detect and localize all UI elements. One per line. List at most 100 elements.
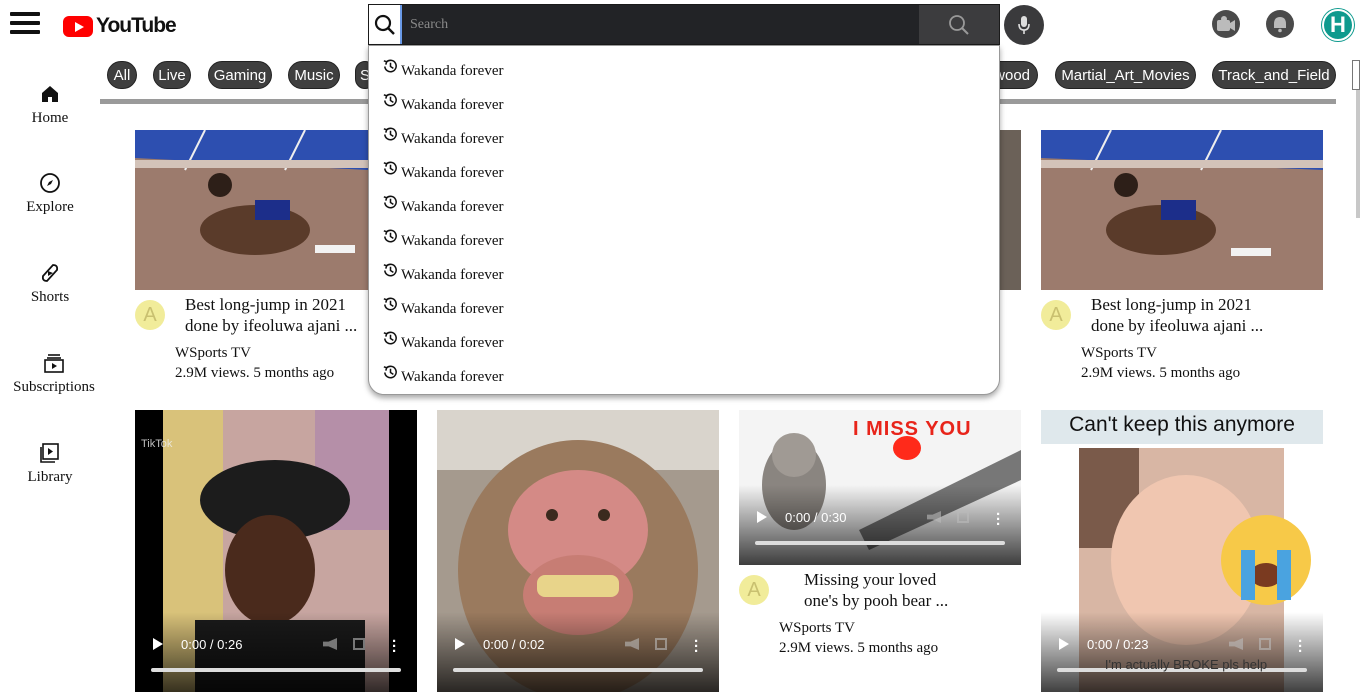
sidebar-item-label: Home (31, 110, 69, 126)
history-icon (383, 93, 397, 107)
menu-icon[interactable] (10, 12, 40, 38)
video-meta: WSports TV 2.9M views. 5 months ago (1081, 343, 1240, 383)
sidebar-item-shorts[interactable]: Shorts (0, 262, 100, 306)
channel-name[interactable]: WSports TV (1081, 343, 1240, 363)
sidebar-item-explore[interactable]: Explore (0, 172, 100, 216)
chips-scroll-right-button[interactable] (1352, 60, 1360, 90)
sidebar-item-library[interactable]: Library (0, 442, 100, 486)
library-icon (40, 443, 59, 463)
fullscreen-icon[interactable] (655, 638, 667, 650)
video-player[interactable]: 0:00 / 0:02 · · · (437, 410, 719, 692)
video-title-line: Best long-jump in 2021 (1091, 295, 1253, 314)
volume-icon[interactable] (625, 638, 639, 650)
video-title-line: done by ifeoluwa ajani ... (185, 316, 358, 335)
video-title-line: done by ifeoluwa ajani ... (1091, 316, 1264, 335)
chip-live[interactable]: Live (153, 61, 191, 89)
video-overlay-text: Can't keep this anymore (1069, 413, 1295, 436)
suggestion-text: Wakanda forever (401, 301, 504, 317)
history-icon (383, 229, 397, 243)
search-button-icon (949, 14, 969, 35)
video-meta: WSports TV 2.9M views. 5 months ago (779, 618, 938, 658)
suggestion-text: Wakanda forever (401, 369, 504, 385)
suggestion-item[interactable]: Wakanda forever (381, 262, 503, 284)
volume-icon[interactable] (927, 511, 941, 523)
history-icon (383, 161, 397, 175)
suggestion-item[interactable]: Wakanda forever (381, 296, 503, 318)
volume-icon[interactable] (1229, 638, 1243, 650)
progress-bar[interactable] (453, 668, 703, 672)
fullscreen-icon[interactable] (957, 511, 969, 523)
suggestion-item[interactable]: Wakanda forever (381, 160, 503, 182)
sidebar-item-home[interactable]: Home (0, 83, 100, 127)
video-caption: I'm actually BROKE pls help (1104, 657, 1268, 672)
sidebar-item-label: Subscriptions (13, 379, 95, 395)
chip-music[interactable]: Music (288, 61, 340, 89)
chip-gaming[interactable]: Gaming (208, 61, 272, 89)
history-icon (383, 365, 397, 379)
sidebar-item-label: Explore (26, 199, 74, 215)
video-title[interactable]: Best long-jump in 2021 done by ifeoluwa … (185, 294, 385, 336)
play-icon[interactable] (1059, 638, 1069, 650)
history-icon (383, 127, 397, 141)
channel-avatar[interactable]: A (739, 575, 769, 605)
progress-bar[interactable] (151, 668, 401, 672)
search-icon (369, 5, 400, 44)
video-player[interactable]: TikTok 0:00 / 0:26 · · · (135, 410, 417, 692)
tiktok-watermark: TikTok (141, 438, 173, 450)
mic-button[interactable] (1004, 5, 1044, 45)
suggestion-item[interactable]: Wakanda forever (381, 58, 503, 80)
more-options-icon[interactable]: · · · (392, 634, 397, 659)
progress-bar[interactable] (755, 541, 1005, 545)
fullscreen-icon[interactable] (353, 638, 365, 650)
channel-name[interactable]: WSports TV (779, 618, 938, 638)
video-controls: 0:00 / 0:26 · · · (135, 612, 417, 692)
chip-martial-art-movies[interactable]: Martial_Art_Movies (1055, 61, 1196, 89)
play-icon[interactable] (757, 511, 767, 523)
video-thumbnail-long-jump[interactable] (135, 130, 368, 290)
volume-icon[interactable] (323, 638, 337, 650)
search-bar (368, 4, 1000, 45)
video-player[interactable]: Can't keep this anymore 0:00 / 0:23 · · · … (1041, 410, 1323, 692)
history-icon (383, 195, 397, 209)
video-time: 0:00 / 0:26 (181, 637, 243, 652)
more-options-icon[interactable]: · · · (1298, 634, 1303, 659)
play-icon[interactable] (153, 638, 163, 650)
youtube-logo[interactable]: YouTube (63, 12, 177, 40)
video-title-line: Best long-jump in 2021 (185, 295, 347, 314)
page-scrollbar[interactable] (1356, 90, 1360, 218)
channel-avatar[interactable]: A (135, 300, 165, 330)
search-button[interactable] (919, 5, 999, 44)
fullscreen-icon[interactable] (1259, 638, 1271, 650)
search-input[interactable] (400, 5, 919, 44)
suggestion-text: Wakanda forever (401, 97, 504, 113)
suggestion-item[interactable]: Wakanda forever (381, 194, 503, 216)
more-options-icon[interactable]: · · · (694, 634, 699, 659)
suggestion-text: Wakanda forever (401, 165, 504, 181)
notifications-icon[interactable] (1266, 10, 1294, 38)
sidebar-item-subscriptions[interactable]: Subscriptions (0, 352, 108, 396)
play-icon[interactable] (455, 638, 465, 650)
history-icon (383, 331, 397, 345)
shorts-icon (41, 264, 59, 282)
video-controls: 0:00 / 0:30 · · · (739, 485, 1021, 565)
suggestion-text: Wakanda forever (401, 335, 504, 351)
channel-avatar[interactable]: A (1041, 300, 1071, 330)
chip-track-and-field[interactable]: Track_and_Field (1212, 61, 1336, 89)
video-controls: 0:00 / 0:02 · · · (437, 612, 719, 692)
suggestion-item[interactable]: Wakanda forever (381, 92, 503, 114)
account-avatar[interactable]: H (1322, 9, 1354, 41)
chip-all[interactable]: All (107, 61, 137, 89)
suggestion-item[interactable]: Wakanda forever (381, 228, 503, 250)
suggestion-item[interactable]: Wakanda forever (381, 330, 503, 352)
video-title[interactable]: Missing your loved one's by pooh bear ..… (804, 569, 1004, 611)
more-options-icon[interactable]: · · · (996, 507, 1001, 532)
video-title[interactable]: Best long-jump in 2021 done by ifeoluwa … (1091, 294, 1291, 336)
create-icon[interactable] (1212, 10, 1240, 38)
suggestion-item[interactable]: Wakanda forever (381, 126, 503, 148)
video-player[interactable]: I MISS YOU 0:00 / 0:30 · · · (739, 410, 1021, 565)
video-thumbnail-long-jump[interactable] (1041, 130, 1323, 290)
suggestion-text: Wakanda forever (401, 233, 504, 249)
channel-name[interactable]: WSports TV (175, 343, 334, 363)
suggestion-item[interactable]: Wakanda forever (381, 364, 503, 386)
search-suggestions-dropdown: Wakanda forever Wakanda forever Wakanda … (368, 45, 1000, 395)
